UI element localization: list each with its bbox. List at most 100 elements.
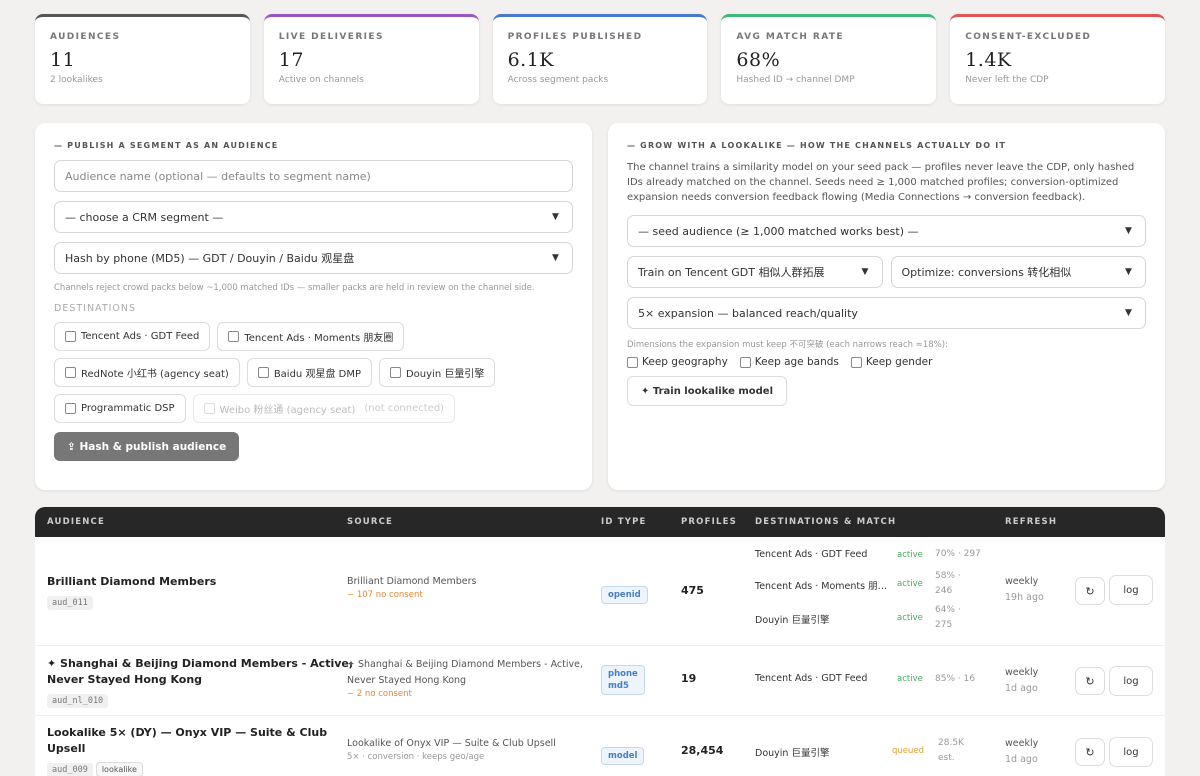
source-name: ✦ Shanghai & Beijing Diamond Members - A… — [347, 659, 583, 670]
stat-card-audiences: Audiences 11 2 lookalikes — [35, 14, 250, 104]
not-connected-note: (not connected) — [364, 403, 445, 414]
checkbox[interactable] — [65, 331, 76, 342]
publish-audience-button[interactable]: ⇪ Hash & publish audience — [54, 432, 240, 461]
expansion-value: 5× expansion — balanced reach/quality — [638, 306, 858, 320]
source-name: Lookalike of Onyx VIP — Suite & Club Ups… — [347, 738, 556, 749]
audience-id: aud_009 — [47, 763, 93, 776]
table-header: Audience Source ID type Profiles Destina… — [35, 507, 1165, 537]
hash-method-select[interactable]: Hash by phone (MD5) — GDT / Douyin / Bai… — [54, 242, 573, 274]
audience-name: Lookalike 5× (DY) — Onyx VIP — Suite & C… — [47, 726, 328, 739]
destination-chips: Tencent Ads · GDT Feed Tencent Ads · Mom… — [54, 322, 573, 423]
destination-dsp[interactable]: Programmatic DSP — [54, 394, 186, 423]
audience-name-input[interactable]: Audience name (optional — defaults to se… — [54, 160, 573, 192]
match-estimate-note: est. — [938, 753, 955, 763]
refresh-ago: 1d ago — [1005, 754, 1038, 765]
checkbox[interactable] — [389, 367, 401, 378]
stat-label: Audiences — [50, 32, 121, 42]
audiences-table: Audience Source ID type Profiles Destina… — [35, 507, 1165, 776]
stat-value: 6.1K — [507, 49, 555, 71]
seed-audience-value: — seed audience (≥ 1,000 matched works b… — [638, 224, 919, 238]
keep-dimensions: Keep geography Keep age bands Keep gende… — [627, 356, 1146, 368]
destination-moments[interactable]: Tencent Ads · Moments 朋友圈 — [217, 322, 405, 351]
lookalike-description: The channel trains a similarity model on… — [627, 162, 1135, 203]
destinations-label: Destinations — [54, 303, 137, 314]
stat-card-consent-excluded: Consent-excluded 1.4K Never left the CDP — [950, 14, 1165, 104]
stat-sub: 2 lookalikes — [50, 75, 103, 85]
destination-name: Tencent Ads · GDT Feed — [755, 549, 868, 560]
chevron-down-icon: ▼ — [861, 267, 869, 277]
destination-label: Weibo 粉丝通 (agency seat) — [219, 405, 356, 416]
checkbox[interactable] — [257, 367, 269, 378]
keep-age-checkbox[interactable]: Keep age bands — [739, 356, 839, 368]
refresh-ago: 19h ago — [1005, 592, 1044, 603]
idtype-cell: model — [601, 743, 645, 765]
train-channel-select[interactable]: Train on Tencent GDT 相似人群拓展 ▼ — [627, 256, 883, 288]
stat-sub: Hashed ID → channel DMP — [736, 75, 855, 85]
refresh-icon[interactable]: ↻ — [1075, 577, 1105, 605]
audience-name-line2: Upsell — [47, 742, 86, 755]
chevron-down-icon: ▼ — [552, 212, 559, 222]
col-idtype[interactable]: ID type — [601, 517, 647, 527]
log-button[interactable]: log — [1109, 666, 1153, 696]
match-estimate: 28.5K — [938, 738, 964, 748]
destination-douyin[interactable]: Douyin 巨量引擎 — [378, 358, 496, 387]
train-optimize-row: Train on Tencent GDT 相似人群拓展 ▼ Optimize: … — [627, 256, 1146, 297]
keep-geography-checkbox[interactable]: Keep geography — [627, 356, 728, 368]
refresh-icon[interactable]: ↻ — [1075, 738, 1105, 766]
destination-rednote[interactable]: RedNote 小红书 (agency seat) — [54, 358, 240, 387]
chevron-down-icon: ▼ — [1125, 267, 1132, 277]
idtype-badge: phone md5 — [601, 665, 645, 695]
audience-cell: Brilliant Diamond Members aud_011 — [47, 574, 216, 610]
expansion-select[interactable]: 5× expansion — balanced reach/quality ▼ — [627, 297, 1146, 329]
destination-gdt-feed[interactable]: Tencent Ads · GDT Feed — [54, 322, 211, 351]
table-row[interactable]: ✦ Shanghai & Beijing Diamond Members - A… — [35, 646, 1165, 716]
refresh-cadence: weekly — [1005, 667, 1039, 678]
lookalike-tag: lookalike — [95, 762, 143, 776]
col-source[interactable]: Source — [347, 517, 393, 527]
status-badge: active — [897, 579, 923, 589]
refresh-icon[interactable]: ↻ — [1075, 667, 1105, 695]
col-audience[interactable]: Audience — [47, 517, 105, 527]
source-name: Brilliant Diamond Members — [347, 576, 477, 587]
stat-value: 68% — [736, 49, 781, 71]
stat-sub: Active on channels — [278, 75, 364, 85]
train-lookalike-button[interactable]: ✦ Train lookalike model — [627, 376, 788, 406]
crowd-pack-hint: Channels reject crowd packs below ~1,000… — [54, 283, 535, 293]
seed-audience-select[interactable]: — seed audience (≥ 1,000 matched works b… — [627, 215, 1146, 247]
checkbox[interactable] — [65, 367, 76, 378]
destination-label: Baidu 观星盘 DMP — [273, 369, 361, 380]
checkbox[interactable] — [228, 331, 240, 342]
keep-geography-label: Keep geography — [642, 356, 728, 368]
audience-id: aud_011 — [47, 596, 93, 610]
log-button[interactable]: log — [1109, 737, 1153, 767]
destination-name: Tencent Ads · Moments 朋… — [755, 581, 888, 592]
stat-value: 11 — [50, 49, 76, 71]
checkbox[interactable] — [739, 356, 751, 368]
train-channel-value: Train on Tencent GDT 相似人群拓展 — [638, 266, 825, 279]
chevron-down-icon: ▼ — [1125, 308, 1132, 318]
table-row[interactable]: Brilliant Diamond Members aud_011 Brilli… — [35, 537, 1165, 646]
destination-name: Douyin 巨量引擎 — [755, 748, 830, 759]
consent-note: − 2 no consent — [347, 689, 412, 699]
log-button[interactable]: log — [1109, 575, 1153, 605]
stat-value: 1.4K — [965, 49, 1012, 71]
checkbox[interactable] — [65, 403, 76, 414]
checkbox[interactable] — [850, 356, 862, 368]
col-refresh[interactable]: Refresh — [1005, 517, 1057, 527]
checkbox — [203, 403, 215, 414]
crm-segment-select[interactable]: — choose a CRM segment — ▼ — [54, 201, 573, 233]
audience-cell: Lookalike 5× (DY) — Onyx VIP — Suite & C… — [47, 725, 327, 776]
lookalike-panel: — Grow with a lookalike — how the channe… — [608, 123, 1165, 490]
destination-baidu[interactable]: Baidu 观星盘 DMP — [246, 358, 372, 387]
audience-name: Brilliant Diamond Members — [47, 575, 217, 588]
keep-gender-label: Keep gender — [865, 356, 933, 368]
destination-name: Tencent Ads · GDT Feed — [755, 673, 868, 684]
col-profiles[interactable]: Profiles — [681, 517, 737, 527]
table-row[interactable]: Lookalike 5× (DY) — Onyx VIP — Suite & C… — [35, 716, 1165, 776]
optimize-select[interactable]: Optimize: conversions 转化相似 ▼ — [890, 256, 1146, 288]
profiles-count: 28,454 — [681, 744, 724, 757]
col-destinations[interactable]: Destinations & match — [755, 517, 896, 527]
checkbox[interactable] — [627, 356, 638, 368]
keep-gender-checkbox[interactable]: Keep gender — [850, 356, 933, 368]
stat-sub: Never left the CDP — [965, 75, 1049, 85]
